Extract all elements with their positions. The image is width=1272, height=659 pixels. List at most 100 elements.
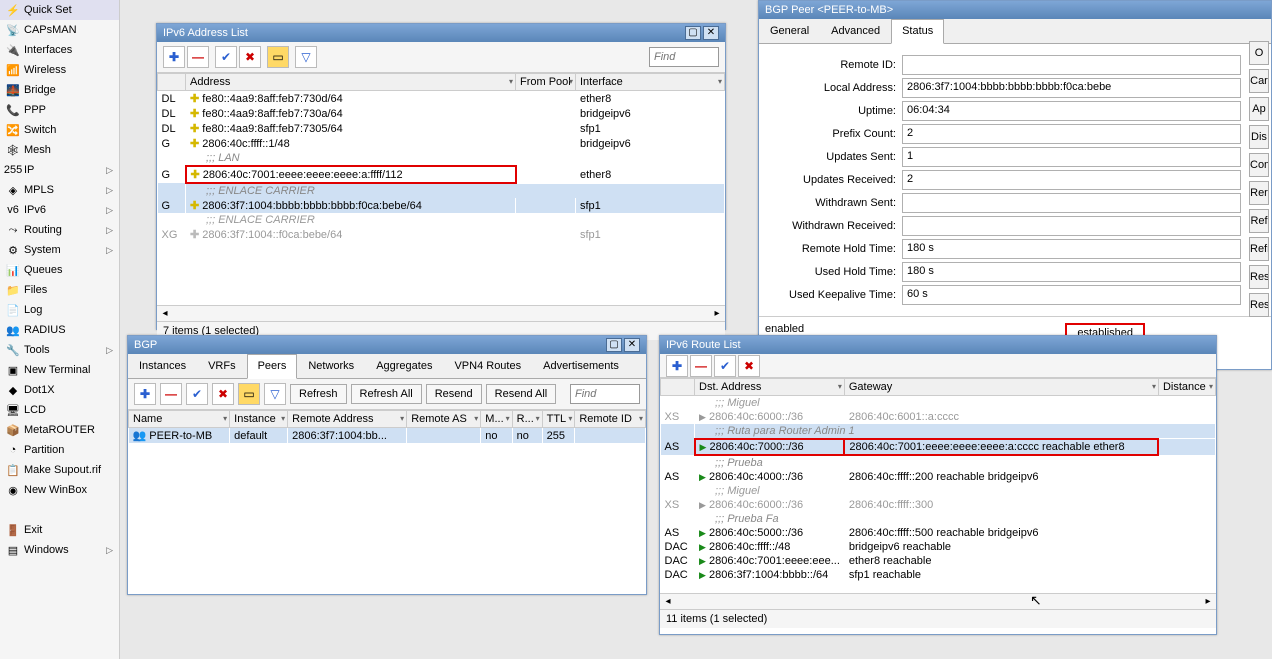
add-button[interactable]: ✚ bbox=[666, 355, 688, 377]
routes-table[interactable]: Dst. Address▾Gateway▾Distance▾ ;;; Migue… bbox=[660, 378, 1216, 582]
table-row[interactable]: ;;; Prueba Fa bbox=[661, 512, 1216, 526]
enable-button[interactable]: ✔ bbox=[215, 46, 237, 68]
table-row[interactable]: G✚ 2806:40c:ffff::1/48bridgeipv6 bbox=[158, 136, 725, 151]
titlebar[interactable]: BGP Peer <PEER-to-MB> bbox=[759, 1, 1271, 19]
sidebar-item-new-winbox[interactable]: ◉New WinBox bbox=[0, 480, 119, 500]
sidebar-item-make-supout.rif[interactable]: 📋Make Supout.rif bbox=[0, 460, 119, 480]
disable-button[interactable]: ✖ bbox=[212, 383, 234, 405]
remove-button[interactable]: — bbox=[187, 46, 209, 68]
table-row[interactable]: XS▶ 2806:40c:6000::/362806:40c:ffff::300 bbox=[661, 498, 1216, 512]
table-row[interactable]: DL✚ fe80::4aa9:8aff:feb7:7305/64sfp1 bbox=[158, 121, 725, 136]
side-button[interactable]: Rese bbox=[1249, 293, 1269, 317]
horizontal-scrollbar[interactable]: ◂▸ bbox=[660, 593, 1216, 609]
sidebar-item-files[interactable]: 📁Files bbox=[0, 280, 119, 300]
sidebar-item-lcd[interactable]: 🖥LCD bbox=[0, 400, 119, 420]
side-button[interactable]: Ref bbox=[1249, 209, 1269, 233]
close-button[interactable]: ✕ bbox=[624, 338, 640, 352]
sidebar-item-system[interactable]: ⚙System▷ bbox=[0, 240, 119, 260]
remove-button[interactable]: — bbox=[690, 355, 712, 377]
column-header[interactable]: Remote Address▾ bbox=[288, 411, 407, 428]
table-row[interactable]: DL✚ fe80::4aa9:8aff:feb7:730a/64bridgeip… bbox=[158, 106, 725, 121]
column-header[interactable]: Distance▾ bbox=[1158, 379, 1215, 396]
column-header[interactable]: From Pool▾ bbox=[516, 74, 576, 91]
sidebar-item-ipv6[interactable]: v6IPv6▷ bbox=[0, 200, 119, 220]
table-row[interactable]: G✚ 2806:3f7:1004:bbbb:bbbb:bbbb:f0ca:beb… bbox=[158, 198, 725, 213]
table-row[interactable]: DL✚ fe80::4aa9:8aff:feb7:730d/64ether8 bbox=[158, 91, 725, 107]
side-button[interactable]: Com bbox=[1249, 153, 1269, 177]
enable-button[interactable]: ✔ bbox=[714, 355, 736, 377]
add-button[interactable]: ✚ bbox=[134, 383, 156, 405]
table-row[interactable]: AS▶ 2806:40c:4000::/362806:40c:ffff::200… bbox=[661, 470, 1216, 484]
column-header[interactable]: Address▾ bbox=[186, 74, 516, 91]
tab-instances[interactable]: Instances bbox=[128, 354, 197, 378]
column-header[interactable]: Remote AS▾ bbox=[407, 411, 481, 428]
table-row[interactable]: AS▶ 2806:40c:5000::/362806:40c:ffff::500… bbox=[661, 526, 1216, 540]
table-row[interactable]: XS▶ 2806:40c:6000::/362806:40c:6001::a:c… bbox=[661, 410, 1216, 424]
sidebar-item-quick-set[interactable]: ⚡Quick Set bbox=[0, 0, 119, 20]
column-header[interactable]: Gateway▾ bbox=[844, 379, 1158, 396]
side-button[interactable]: Rer bbox=[1249, 181, 1269, 205]
column-header[interactable]: TTL▾ bbox=[542, 411, 575, 428]
column-header[interactable]: R...▾ bbox=[512, 411, 542, 428]
sidebar-item-ppp[interactable]: 📞PPP bbox=[0, 100, 119, 120]
tab-vpn4 routes[interactable]: VPN4 Routes bbox=[443, 354, 532, 378]
sidebar-item-radius[interactable]: 👥RADIUS bbox=[0, 320, 119, 340]
side-button[interactable]: Refr bbox=[1249, 237, 1269, 261]
tab-peers[interactable]: Peers bbox=[247, 354, 298, 379]
sidebar-item-windows[interactable]: ▤Windows▷ bbox=[0, 540, 119, 560]
sidebar-item-metarouter[interactable]: 📦MetaROUTER bbox=[0, 420, 119, 440]
table-row[interactable]: AS▶ 2806:40c:7000::/362806:40c:7001:eeee… bbox=[661, 439, 1216, 455]
sidebar-item-routing[interactable]: ⤳Routing▷ bbox=[0, 220, 119, 240]
sidebar-item-mpls[interactable]: ◈MPLS▷ bbox=[0, 180, 119, 200]
sidebar-item-interfaces[interactable]: 🔌Interfaces bbox=[0, 40, 119, 60]
resend-button[interactable]: Resend bbox=[426, 384, 482, 404]
close-button[interactable]: ✕ bbox=[703, 26, 719, 40]
column-header[interactable]: Instance▾ bbox=[230, 411, 288, 428]
tab-vrfs[interactable]: VRFs bbox=[197, 354, 247, 378]
remove-button[interactable]: — bbox=[160, 383, 182, 405]
sidebar-item-mesh[interactable]: 🕸Mesh bbox=[0, 140, 119, 160]
table-row[interactable]: ;;; ENLACE CARRIER bbox=[158, 183, 725, 198]
refresh-all-button[interactable]: Refresh All bbox=[351, 384, 422, 404]
sidebar-item-tools[interactable]: 🔧Tools▷ bbox=[0, 340, 119, 360]
titlebar[interactable]: IPv6 Route List bbox=[660, 336, 1216, 354]
column-header[interactable]: M...▾ bbox=[481, 411, 512, 428]
address-table[interactable]: Address▾From Pool▾Interface▾ DL✚ fe80::4… bbox=[157, 73, 725, 242]
table-row[interactable]: XG✚ 2806:3f7:1004::f0ca:bebe/64sfp1 bbox=[158, 227, 725, 242]
sidebar-item-dot1x[interactable]: ◆Dot1X bbox=[0, 380, 119, 400]
sidebar-item-capsman[interactable]: 📡CAPsMAN bbox=[0, 20, 119, 40]
table-row[interactable]: DAC▶ 2806:40c:7001:eeee:eee...ether8 rea… bbox=[661, 554, 1216, 568]
column-header[interactable] bbox=[661, 379, 695, 396]
side-button[interactable]: O bbox=[1249, 41, 1269, 65]
side-button[interactable]: Ap bbox=[1249, 97, 1269, 121]
minimize-button[interactable]: ▢ bbox=[606, 338, 622, 352]
table-row[interactable]: DAC▶ 2806:3f7:1004:bbbb::/64sfp1 reachab… bbox=[661, 568, 1216, 582]
disable-button[interactable]: ✖ bbox=[239, 46, 261, 68]
table-row[interactable]: ;;; Prueba bbox=[661, 455, 1216, 470]
table-row[interactable]: ;;; Ruta para Router Admin 1 bbox=[661, 424, 1216, 439]
table-row[interactable]: 👥 PEER-to-MBdefault2806:3f7:1004:bb...no… bbox=[129, 428, 646, 444]
sidebar-item-new-terminal[interactable]: ▣New Terminal bbox=[0, 360, 119, 380]
sidebar-item-wireless[interactable]: 📶Wireless bbox=[0, 60, 119, 80]
table-row[interactable]: ;;; ENLACE CARRIER bbox=[158, 213, 725, 227]
tab-advertisements[interactable]: Advertisements bbox=[532, 354, 630, 378]
sidebar-item-queues[interactable]: 📊Queues bbox=[0, 260, 119, 280]
side-button[interactable]: Res bbox=[1249, 265, 1269, 289]
peers-table[interactable]: Name▾Instance▾Remote Address▾Remote AS▾M… bbox=[128, 410, 646, 443]
minimize-button[interactable]: ▢ bbox=[685, 26, 701, 40]
titlebar[interactable]: BGP ▢ ✕ bbox=[128, 336, 646, 354]
table-row[interactable]: ;;; LAN bbox=[158, 151, 725, 166]
column-header[interactable]: Remote ID▾ bbox=[575, 411, 646, 428]
resend-all-button[interactable]: Resend All bbox=[486, 384, 557, 404]
sidebar-item-log[interactable]: 📄Log bbox=[0, 300, 119, 320]
column-header[interactable] bbox=[158, 74, 186, 91]
table-row[interactable]: ;;; Miguel bbox=[661, 484, 1216, 498]
side-button[interactable]: Dis bbox=[1249, 125, 1269, 149]
tab-aggregates[interactable]: Aggregates bbox=[365, 354, 443, 378]
tab-general[interactable]: General bbox=[759, 19, 820, 43]
tab-networks[interactable]: Networks bbox=[297, 354, 365, 378]
sidebar-item-bridge[interactable]: 🌉Bridge bbox=[0, 80, 119, 100]
column-header[interactable]: Name▾ bbox=[129, 411, 230, 428]
filter-button[interactable]: ▽ bbox=[264, 383, 286, 405]
find-input[interactable] bbox=[570, 384, 640, 404]
